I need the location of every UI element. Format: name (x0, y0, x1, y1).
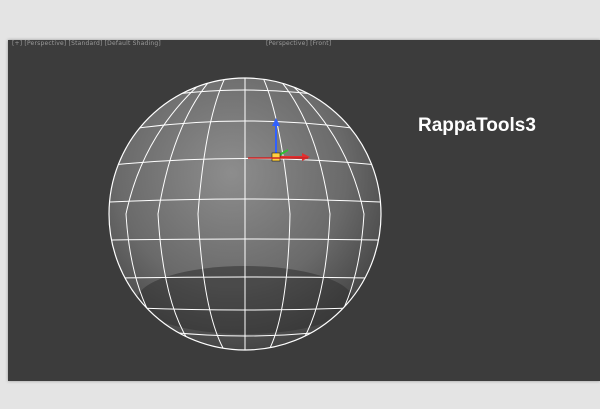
perspective-viewport[interactable]: [+] [Perspective] [Standard] [Default Sh… (8, 40, 600, 381)
sphere-mesh[interactable] (108, 50, 382, 351)
rappatools-watermark: RappaTools3 (418, 115, 536, 136)
viewport-scene (108, 50, 382, 351)
